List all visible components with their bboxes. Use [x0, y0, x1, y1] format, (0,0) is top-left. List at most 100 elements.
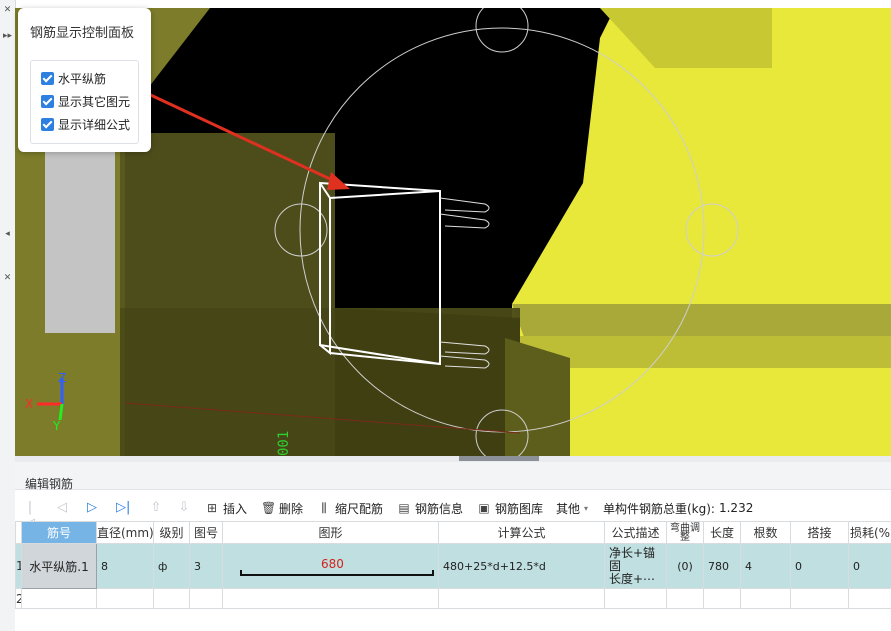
table-row[interactable]: 2 [15, 588, 891, 609]
empty-cell[interactable] [666, 588, 704, 609]
formula-desc-line: 长度+⋯ [609, 571, 656, 586]
delete-button[interactable]: 🗑 删除 [261, 496, 303, 520]
expand-icon[interactable]: ▸▸ [0, 30, 15, 42]
column-header[interactable]: 图号 [189, 521, 223, 544]
column-header[interactable]: 弯曲调整 [666, 521, 704, 544]
rebar-shape-drawing: 680 [240, 557, 434, 576]
close-icon[interactable]: ✕ [0, 272, 15, 284]
chevron-down-icon: ▾ [584, 503, 589, 513]
move-down-icon[interactable]: ⇩ [177, 500, 191, 516]
column-header[interactable]: 根数 [740, 521, 791, 544]
splitter-grip[interactable] [459, 456, 539, 461]
option-horizontal-rebar[interactable]: 水平纵筋 [41, 69, 106, 87]
y-axis-label: Y [52, 419, 61, 433]
bend-adjust-cell[interactable]: (0) [666, 543, 704, 589]
column-header[interactable]: 级别 [153, 521, 190, 544]
x-axis-label: X [25, 397, 33, 411]
figure-number-cell[interactable]: 3 [189, 543, 223, 589]
diameter-cell[interactable]: 8 [96, 543, 154, 589]
column-header[interactable]: 图形 [222, 521, 439, 544]
control-panel-options: 水平纵筋 显示其它图元 显示详细公式 [30, 60, 139, 144]
next-record-icon[interactable]: ▷ [85, 500, 99, 516]
empty-cell[interactable] [153, 588, 190, 609]
option-label: 显示其它图元 [58, 94, 131, 109]
white-block [45, 148, 115, 333]
trash-icon: 🗑 [261, 501, 277, 515]
column-header[interactable]: 长度 [703, 521, 741, 544]
control-panel-title: 钢筋显示控制面板 [30, 26, 135, 41]
loss-cell[interactable]: 0 [848, 543, 891, 589]
empty-cell[interactable] [21, 588, 97, 609]
rebar-library-button[interactable]: ▣ 钢筋图库 [477, 496, 543, 520]
other-dropdown[interactable]: 其他 ▾ [556, 496, 588, 520]
scale-label: 缩尺配筋 [335, 501, 384, 516]
rebar-info-button[interactable]: ▤ 钢筋信息 [397, 496, 463, 520]
option-show-detailed-formula[interactable]: 显示详细公式 [41, 115, 130, 133]
empty-cell[interactable] [189, 588, 223, 609]
y-axis [58, 403, 64, 421]
grade-cell[interactable]: ф [153, 543, 190, 589]
other-label: 其他 [556, 501, 581, 516]
checkbox-checked-icon[interactable] [41, 71, 54, 85]
checkbox-checked-icon[interactable] [41, 94, 54, 108]
last-record-icon[interactable]: ▷| [116, 500, 130, 516]
empty-cell[interactable] [740, 588, 791, 609]
checkbox-checked-icon[interactable] [41, 117, 54, 131]
total-weight-label: 单构件钢筋总重(kg): [603, 501, 715, 516]
first-record-icon[interactable]: |◁ [23, 500, 37, 531]
shape-length-label: 680 [321, 557, 344, 571]
column-front [120, 133, 335, 308]
empty-cell[interactable] [790, 588, 849, 609]
empty-cell[interactable] [848, 588, 891, 609]
shape-cell[interactable]: 680 [222, 543, 439, 589]
handle-top[interactable] [475, 8, 529, 53]
collapse-arrow-icon[interactable]: ◂ [0, 228, 15, 240]
viewport-green-label: 001 [276, 431, 292, 456]
library-label: 钢筋图库 [495, 501, 544, 516]
column-header[interactable]: 搭接 [790, 521, 849, 544]
rebar-name-cell[interactable]: 水平纵筋.1 [21, 543, 97, 589]
count-cell[interactable]: 4 [740, 543, 791, 589]
delete-label: 删除 [279, 501, 304, 516]
empty-cell[interactable] [438, 588, 605, 609]
prev-record-icon[interactable]: ◁ [55, 500, 69, 516]
scale-icon: ⫼ [321, 501, 327, 515]
column-header[interactable]: 公式描述 [604, 521, 667, 544]
option-label: 水平纵筋 [58, 71, 107, 86]
total-weight-value: 1.232 [718, 501, 754, 515]
insert-button[interactable]: ⊞ 插入 [205, 496, 247, 520]
column-header[interactable]: 损耗(% [848, 521, 891, 544]
column-header[interactable]: 直径(mm) [96, 521, 154, 544]
formula-desc-cell[interactable]: 净长+锚固 长度+⋯ [604, 543, 667, 589]
insert-label: 插入 [223, 501, 248, 516]
column-header[interactable]: 筋号 [21, 521, 97, 544]
edit-toolbar: |◁ ◁ ▷ ▷| ⇧ ⇩ ⊞ 插入 🗑 删除 ⫼ 缩尺配筋 ▤ 钢筋信息 ▣ … [15, 496, 891, 531]
left-dock-strip: ✕ ▸▸ ◂ ✕ [0, 0, 16, 631]
library-icon: ▣ [478, 501, 490, 515]
formula-cell[interactable]: 480+25*d+12.5*d [438, 543, 605, 589]
z-axis-label: Z [58, 371, 66, 385]
scale-rebar-button[interactable]: ⫼ 缩尺配筋 [317, 496, 383, 520]
edit-rebar-panel: 编辑钢筋 |◁ ◁ ▷ ▷| ⇧ ⇩ ⊞ 插入 🗑 删除 ⫼ 缩尺配筋 ▤ 钢筋… [15, 462, 891, 631]
total-weight: 单构件钢筋总重(kg): 1.232 [603, 496, 753, 520]
insert-icon: ⊞ [206, 501, 218, 515]
lap-cell[interactable]: 0 [790, 543, 849, 589]
empty-cell[interactable] [604, 588, 667, 609]
empty-cell[interactable] [222, 588, 439, 609]
table-row[interactable]: 1 水平纵筋.1 8 ф 3 680 480+25*d+12.5*d 净长+锚固… [15, 543, 891, 589]
info-label: 钢筋信息 [415, 501, 464, 516]
column-header[interactable]: 计算公式 [438, 521, 605, 544]
empty-cell[interactable] [96, 588, 154, 609]
close-icon[interactable]: ✕ [0, 4, 15, 16]
move-up-icon[interactable]: ⇧ [149, 500, 163, 516]
formula-desc-line: 净长+锚固 [609, 545, 656, 573]
rebar-table: 筋号 直径(mm) 级别 图号 图形 计算公式 公式描述 弯曲调整 长度 根数 … [15, 521, 891, 609]
table-header-row: 筋号 直径(mm) 级别 图号 图形 计算公式 公式描述 弯曲调整 长度 根数 … [15, 521, 891, 544]
edit-panel-header: 编辑钢筋 [15, 462, 891, 491]
empty-cell[interactable] [703, 588, 741, 609]
rebar-display-control-panel: 钢筋显示控制面板 水平纵筋 显示其它图元 显示详细公式 [18, 8, 151, 152]
option-show-other-elements[interactable]: 显示其它图元 [41, 92, 130, 110]
pointer-arrowhead [327, 172, 350, 190]
length-cell[interactable]: 780 [703, 543, 741, 589]
edit-panel-title: 编辑钢筋 [25, 477, 74, 491]
